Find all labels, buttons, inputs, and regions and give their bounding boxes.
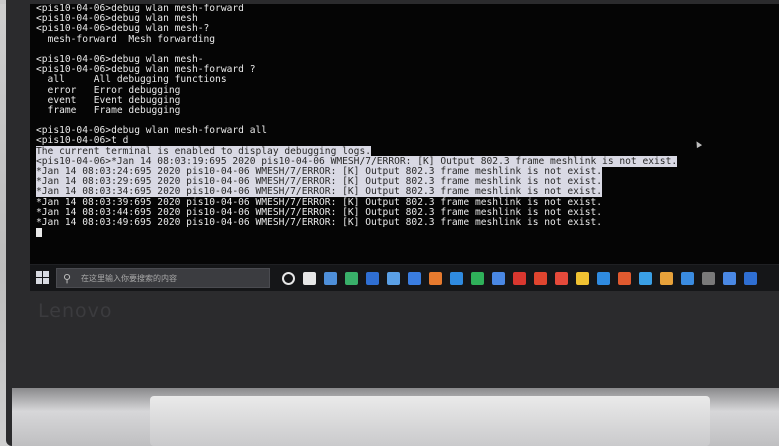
terminal-line-text: frame Frame debugging xyxy=(36,104,181,116)
app-icon-19[interactable] xyxy=(702,271,715,285)
terminal-line-text: <pis10-04-06>t d xyxy=(36,135,129,147)
app-icon-21[interactable] xyxy=(744,271,757,285)
laptop-base xyxy=(150,396,710,446)
app-icon-5[interactable] xyxy=(408,271,421,285)
cortana-icon[interactable] xyxy=(282,271,295,285)
app-icon-9[interactable] xyxy=(492,271,505,285)
task-view-icon[interactable] xyxy=(303,271,316,285)
terminal-line-text: mesh-forward Mesh forwarding xyxy=(36,33,216,45)
terminal-line-text: *Jan 14 08:03:49:695 2020 pis10-04-06 WM… xyxy=(36,216,603,228)
terminal-output: <pis10-04-06>debug wlan mesh-forward <pis… xyxy=(36,4,776,238)
terminal-line: <pis10-04-06>debug wlan mesh-forward all xyxy=(36,126,776,136)
app-icon-14[interactable] xyxy=(597,271,610,285)
terminal-cursor xyxy=(36,228,42,238)
terminal-line: *Jan 14 08:03:49:695 2020 pis10-04-06 WM… xyxy=(36,216,776,228)
app-icon-3[interactable] xyxy=(366,271,379,285)
app-icon-1[interactable] xyxy=(324,271,337,285)
taskbar-apps xyxy=(282,270,757,286)
terminal-line-text: The current terminal is enabled to displ… xyxy=(36,145,372,157)
start-button[interactable] xyxy=(36,271,50,285)
app-icon-12[interactable] xyxy=(555,271,568,285)
app-icon-8[interactable] xyxy=(471,271,484,285)
terminal-window[interactable]: <pis10-04-06>debug wlan mesh-forward <pis… xyxy=(30,4,779,264)
app-icon-17[interactable] xyxy=(660,271,673,285)
taskbar-search-box[interactable]: ⚲ 在这里输入你要搜索的内容 xyxy=(56,268,270,288)
app-icon-11[interactable] xyxy=(534,271,547,285)
terminal-cursor-line xyxy=(36,228,776,238)
app-icon-13[interactable] xyxy=(576,271,589,285)
app-icon-15[interactable] xyxy=(618,271,631,285)
search-icon: ⚲ xyxy=(63,272,72,285)
lenovo-logo: Lenovo xyxy=(38,300,113,322)
terminal-line: frame Frame debugging xyxy=(36,104,776,116)
search-placeholder: 在这里输入你要搜索的内容 xyxy=(81,274,177,283)
app-icon-16[interactable] xyxy=(639,271,652,285)
windows-taskbar: ⚲ 在这里输入你要搜索的内容 xyxy=(30,264,779,291)
app-icon-4[interactable] xyxy=(387,271,400,285)
app-icon-2[interactable] xyxy=(345,271,358,285)
app-icon-18[interactable] xyxy=(681,271,694,285)
app-icon-10[interactable] xyxy=(513,271,526,285)
app-icon-20[interactable] xyxy=(723,271,736,285)
app-icon-7[interactable] xyxy=(450,271,463,285)
app-icon-6[interactable] xyxy=(429,271,442,285)
terminal-line: mesh-forward Mesh forwarding xyxy=(36,33,776,45)
